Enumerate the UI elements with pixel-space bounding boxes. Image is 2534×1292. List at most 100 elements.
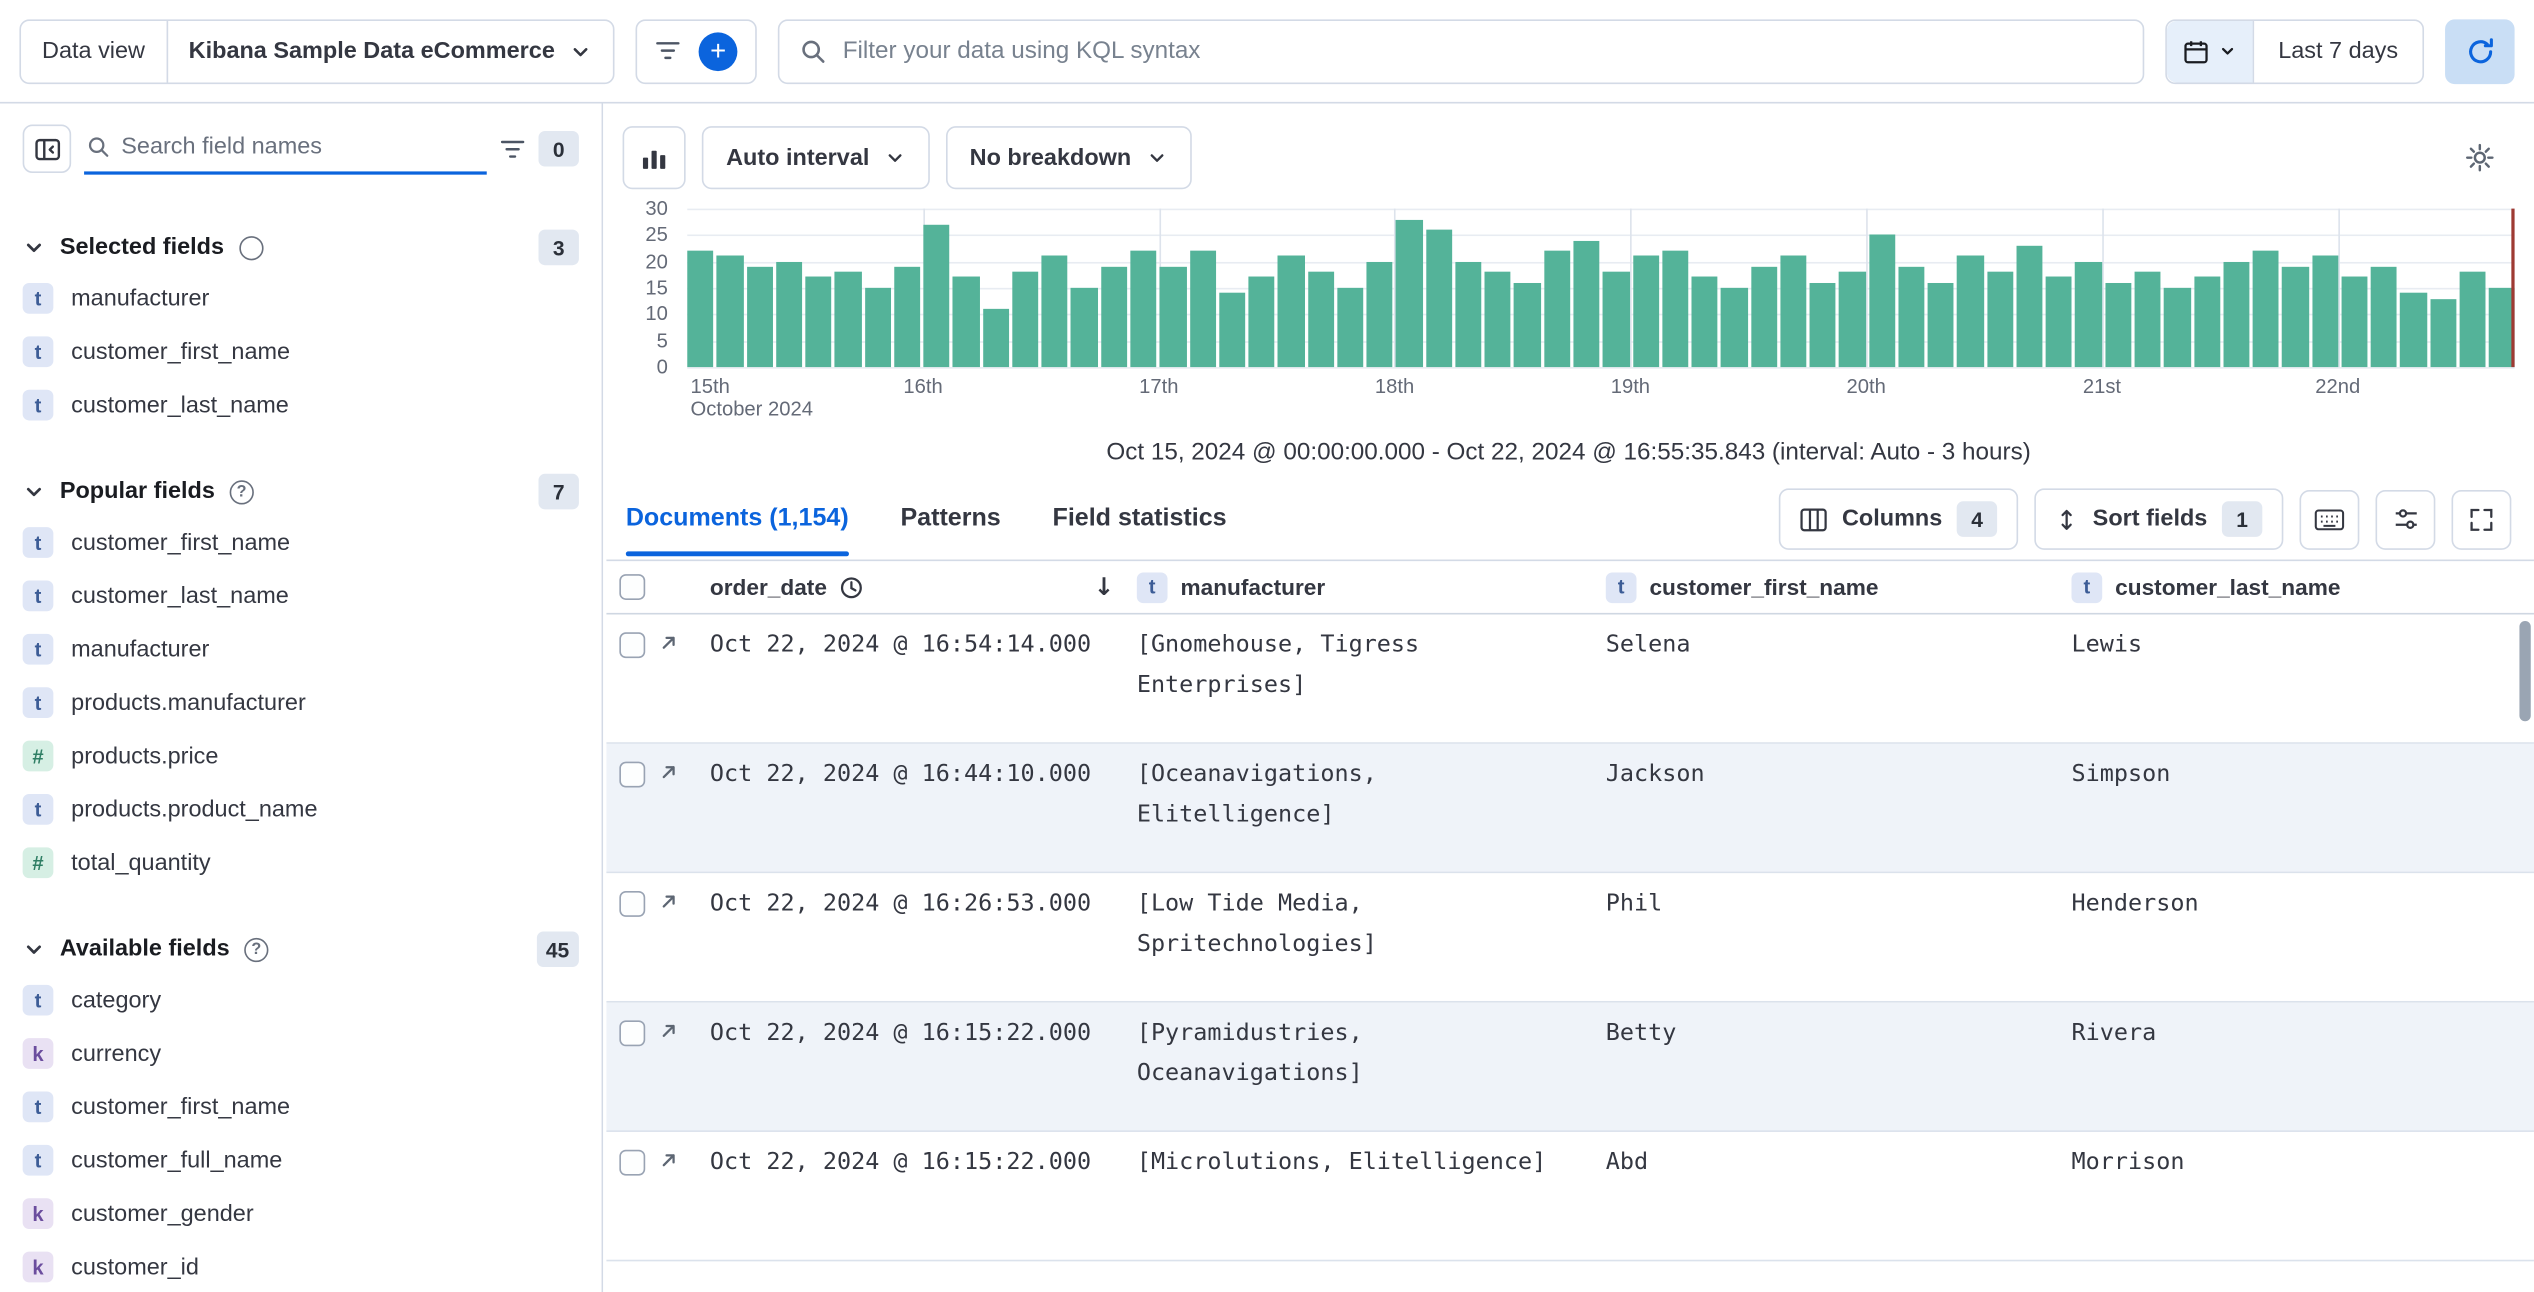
histogram-bar[interactable] [1927,282,1955,368]
select-all-checkbox[interactable] [619,574,646,600]
histogram-bar[interactable] [834,272,862,368]
histogram-bar[interactable] [2075,261,2102,368]
cell-customer-first-name[interactable]: Selena [1596,614,2062,742]
expand-row-icon[interactable] [658,1020,679,1041]
cell-customer-last-name[interactable]: Morrison [2062,1132,2534,1260]
histogram-bar[interactable] [1337,287,1364,368]
histogram-bar[interactable] [1780,256,1807,368]
interval-dropdown[interactable]: Auto interval [701,126,930,190]
cell-customer-first-name[interactable]: Phil [1596,873,2062,1001]
histogram-bar[interactable] [1661,250,1689,368]
histogram-bar[interactable] [2134,272,2161,368]
field-list-item[interactable]: # products.price [22,729,579,782]
histogram-bar[interactable] [1071,287,1098,368]
histogram-bar[interactable] [953,277,980,368]
column-header-manufacturer[interactable]: t manufacturer [1127,571,1596,603]
histogram-bar[interactable] [1839,272,1866,368]
histogram-bar[interactable] [2311,256,2339,368]
histogram-bar[interactable] [2252,250,2280,368]
kql-search-bar[interactable] [778,18,2144,84]
fullscreen-button[interactable] [2451,489,2512,550]
field-list-item[interactable]: t customer_full_name [22,1134,579,1187]
column-header-order-date[interactable]: order_date ↓ [700,572,1127,601]
table-row[interactable]: Oct 22, 2024 @ 16:26:53.000 [Low Tide Me… [606,873,2534,1003]
data-view-picker[interactable]: Data view Kibana Sample Data eCommerce [19,18,615,84]
cell-customer-last-name[interactable]: Lewis [2062,614,2534,742]
field-list-item[interactable]: k customer_id [22,1240,579,1292]
row-checkbox[interactable] [619,632,646,659]
sort-fields-button[interactable]: Sort fields 1 [2034,488,2284,550]
histogram-bar[interactable] [1543,250,1571,368]
tab[interactable]: Patterns [900,482,1000,556]
field-list-item[interactable]: t customer_first_name [22,325,579,378]
column-header-customer-first-name[interactable]: t customer_first_name [1596,571,2062,603]
field-filter-icon[interactable] [500,138,526,159]
collapse-sidebar-button[interactable] [22,124,72,174]
field-list-item[interactable]: t category [22,973,579,1026]
histogram-bar[interactable] [1366,261,1393,368]
histogram-bar[interactable] [1809,282,1836,368]
histogram-bar[interactable] [1248,277,1275,368]
histogram-bar[interactable] [746,266,773,368]
histogram-bar[interactable] [1218,293,1246,368]
expand-row-icon[interactable] [658,1150,679,1171]
histogram-bar[interactable] [1750,266,1777,368]
histogram-bar[interactable] [1514,282,1541,368]
cell-order-date[interactable]: Oct 22, 2024 @ 16:15:22.000 [700,1132,1127,1260]
table-row[interactable]: Oct 22, 2024 @ 16:54:14.000 [Gnomehouse,… [606,614,2534,744]
column-header-customer-last-name[interactable]: t customer_last_name [2062,571,2534,603]
cell-order-date[interactable]: Oct 22, 2024 @ 16:54:14.000 [700,614,1127,742]
cell-manufacturer[interactable]: [Microlutions, Elitelligence] [1127,1132,1596,1260]
histogram-bar[interactable] [1130,250,1157,368]
histogram-bar[interactable] [2429,298,2457,368]
field-list-item[interactable]: # total_quantity [22,836,579,889]
info-icon[interactable]: ? [229,479,254,504]
row-checkbox[interactable] [619,1020,646,1047]
field-list-item[interactable]: t customer_last_name [22,569,579,622]
histogram-bar[interactable] [1691,277,1718,368]
field-list-item[interactable]: t customer_first_name [22,1080,579,1133]
table-row[interactable]: Oct 22, 2024 @ 16:15:22.000 [Microlution… [606,1131,2534,1262]
tab[interactable]: Documents (1,154) [625,482,849,557]
refresh-button[interactable] [2445,18,2515,84]
chart-options-button[interactable] [2448,126,2512,190]
histogram-bar[interactable] [2370,266,2398,368]
cell-manufacturer[interactable]: [Oceanavigations, Elitelligence] [1127,744,1596,872]
field-list-item[interactable]: t products.manufacturer [22,676,579,729]
sort-descending-icon[interactable]: ↓ [1094,572,1114,601]
cell-order-date[interactable]: Oct 22, 2024 @ 16:44:10.000 [700,744,1127,872]
info-icon[interactable]: ? [244,937,269,962]
cell-customer-first-name[interactable]: Betty [1596,1003,2062,1131]
data-view-selected[interactable]: Kibana Sample Data eCommerce [168,38,613,64]
histogram-bar[interactable] [1573,240,1600,368]
histogram-bar[interactable] [2105,282,2132,368]
histogram-bar[interactable] [805,277,832,368]
histogram-bar[interactable] [1957,256,1984,368]
histogram-plot[interactable] [687,208,2516,369]
table-row[interactable]: Oct 22, 2024 @ 16:15:22.000 [Pyramidustr… [606,1002,2534,1132]
expand-row-icon[interactable] [658,891,679,912]
cell-customer-last-name[interactable]: Henderson [2062,873,2534,1001]
histogram-bar[interactable] [2164,287,2191,368]
date-picker-calendar-button[interactable] [2166,20,2254,82]
section-header[interactable]: Available fields ? 45 [23,925,579,974]
histogram-bar[interactable] [1721,287,1748,368]
breakdown-dropdown[interactable]: No breakdown [945,126,1192,190]
histogram-bar[interactable] [775,261,803,368]
time-range-button[interactable]: Last 7 days [2254,38,2422,64]
histogram-bar[interactable] [2016,245,2043,368]
info-icon[interactable] [238,235,263,260]
histogram-bar[interactable] [894,266,921,368]
histogram-bar[interactable] [1484,272,1512,368]
add-filter-button[interactable]: + [698,31,738,71]
display-options-button[interactable] [2375,489,2436,550]
histogram-bar[interactable] [1455,261,1482,368]
section-header[interactable]: Selected fields 3 [23,223,579,272]
histogram-bar[interactable] [2459,272,2486,368]
histogram-bar[interactable] [1425,229,1453,368]
row-checkbox[interactable] [619,891,646,917]
field-search-input[interactable] [121,134,484,161]
field-search[interactable] [84,123,487,175]
histogram-bar[interactable] [2341,277,2368,368]
histogram-bar[interactable] [1396,219,1423,368]
